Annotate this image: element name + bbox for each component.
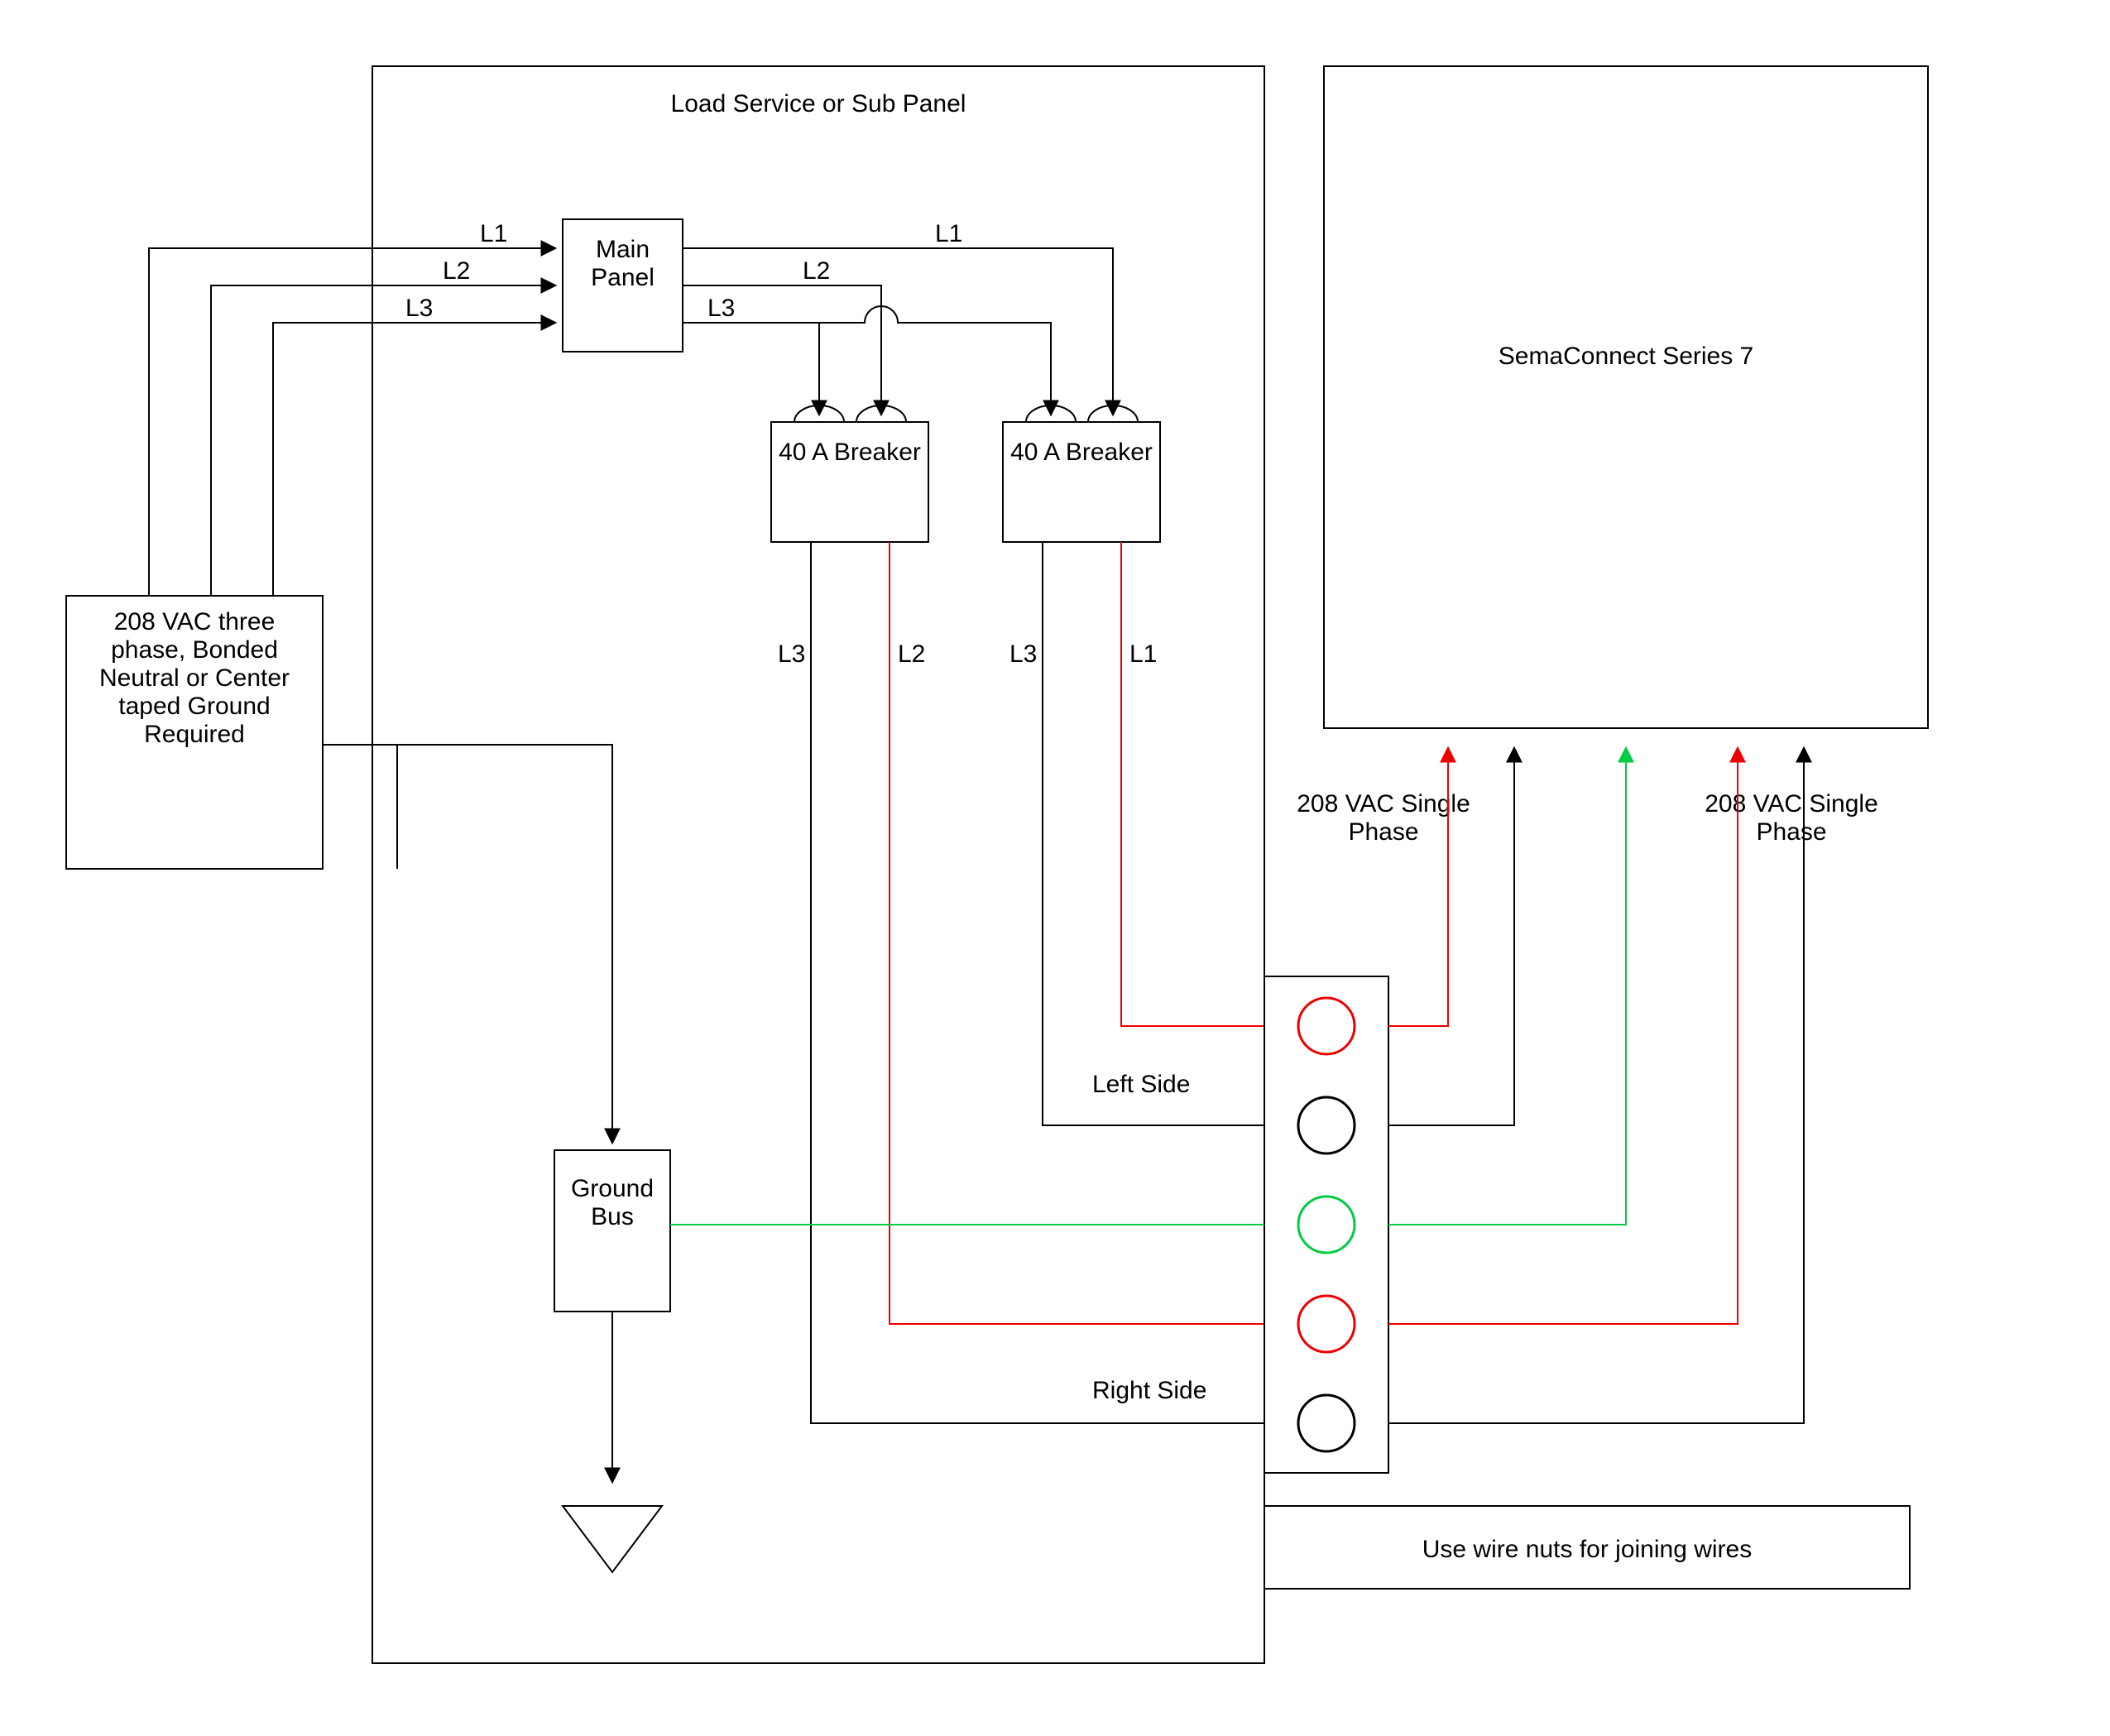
power-source-label: 208 VAC three phase, Bonded Neutral or C… bbox=[74, 608, 314, 749]
label-l2b: L2 bbox=[803, 257, 830, 285]
label-l1c: L1 bbox=[1129, 640, 1157, 668]
label-l3a: L3 bbox=[405, 295, 433, 322]
label-l1a: L1 bbox=[480, 220, 507, 247]
wire-note-label: Use wire nuts for joining wires bbox=[1422, 1536, 1752, 1563]
label-l2a: L2 bbox=[443, 257, 470, 285]
main-panel-label: Main Panel bbox=[563, 236, 683, 292]
breaker-right-label: 40 A Breaker bbox=[1003, 439, 1160, 467]
device-box bbox=[1324, 66, 1928, 728]
ground-bus-label: Ground Bus bbox=[554, 1175, 670, 1231]
label-l3d: L3 bbox=[1009, 640, 1037, 668]
label-l3c: L3 bbox=[778, 640, 805, 668]
label-l3b: L3 bbox=[707, 295, 735, 322]
label-l1b: L1 bbox=[935, 220, 962, 247]
sub-panel-title: Load Service or Sub Panel bbox=[671, 90, 966, 117]
label-l2c: L2 bbox=[898, 640, 925, 668]
breaker-left-label: 40 A Breaker bbox=[771, 439, 928, 467]
phase-note-right: 208 VAC Single Phase bbox=[1700, 790, 1882, 846]
terminal-block bbox=[1264, 976, 1388, 1473]
left-side-label: Left Side bbox=[1092, 1071, 1190, 1098]
right-side-label: Right Side bbox=[1092, 1377, 1206, 1404]
wiring-diagram: Load Service or Sub Panel 208 VAC three … bbox=[0, 0, 2110, 1736]
device-label: SemaConnect Series 7 bbox=[1499, 343, 1754, 370]
